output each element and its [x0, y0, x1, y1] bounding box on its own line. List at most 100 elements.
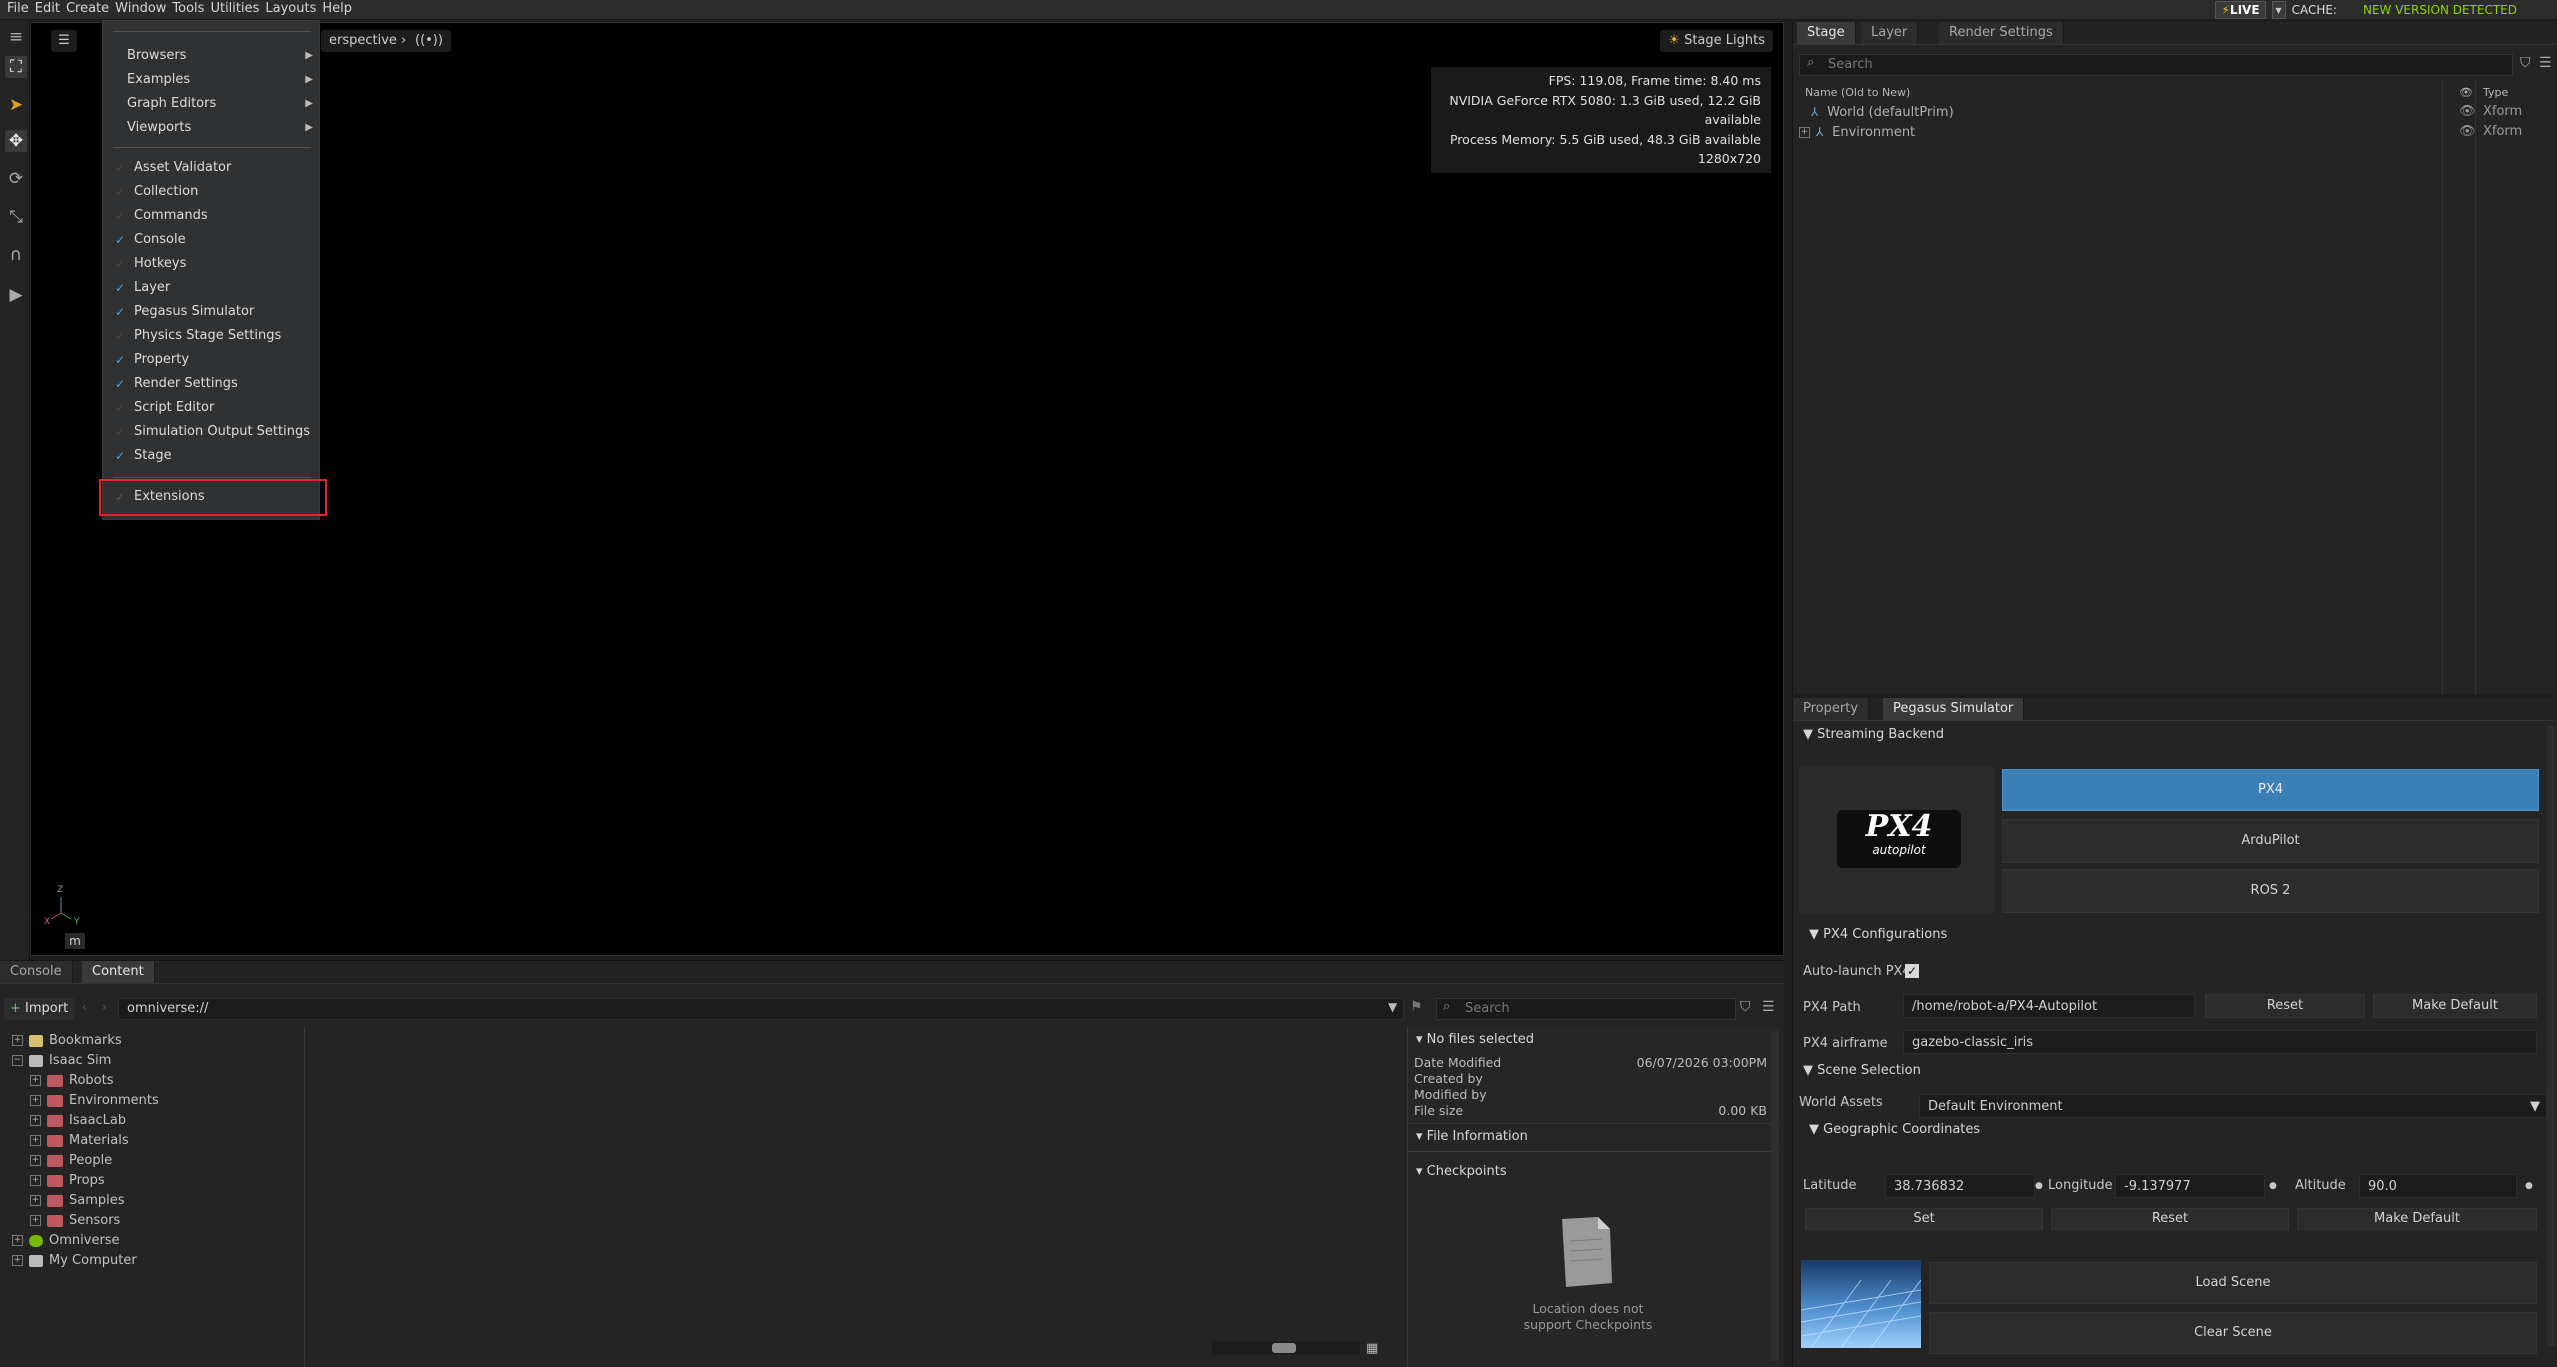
viewport-settings-icon[interactable]: ☰ — [51, 30, 77, 52]
menu-item-physics-stage-settings[interactable]: ✓ Physics Stage Settings — [103, 325, 321, 347]
latitude-reset-dot-icon[interactable]: ● — [2035, 1174, 2043, 1198]
tree-item-environments[interactable]: + Environments — [30, 1091, 159, 1111]
live-button[interactable]: ⚡LIVE — [2215, 1, 2266, 19]
file-information-header[interactable]: ▾ File Information — [1416, 1126, 1528, 1148]
menu-item-examples[interactable]: Examples ▶ — [103, 69, 321, 91]
menu-window[interactable]: Window — [112, 0, 169, 18]
move-tool-icon[interactable]: ✥ — [5, 130, 27, 152]
tab-layer[interactable]: Layer — [1861, 22, 1919, 44]
expand-icon[interactable]: + — [30, 1215, 41, 1226]
tab-console[interactable]: Console — [0, 961, 73, 983]
tab-render-settings[interactable]: Render Settings — [1939, 22, 2064, 44]
menu-tools[interactable]: Tools — [169, 0, 207, 18]
menu-item-viewports[interactable]: Viewports ▶ — [103, 117, 321, 139]
expand-icon[interactable]: + — [30, 1195, 41, 1206]
expand-icon[interactable]: + — [30, 1175, 41, 1186]
menu-item-simulation-output-settings[interactable]: ✓ Simulation Output Settings — [103, 421, 321, 443]
expand-icon[interactable]: + — [12, 1235, 23, 1246]
expand-icon[interactable]: + — [30, 1095, 41, 1106]
menu-create[interactable]: Create — [63, 0, 112, 18]
expand-icon[interactable]: + — [30, 1155, 41, 1166]
file-grid-area[interactable] — [306, 1027, 1406, 1367]
tab-stage[interactable]: Stage — [1797, 22, 1856, 44]
path-input[interactable]: omniverse:// — [118, 998, 1404, 1020]
tree-item-robots[interactable]: + Robots — [30, 1071, 113, 1091]
stage-lights-button[interactable]: ☀ Stage Lights — [1660, 30, 1773, 52]
stage-row-world[interactable]: ⅄ World (defaultPrim) — [1811, 102, 1954, 122]
collapse-icon[interactable]: − — [12, 1055, 23, 1066]
scrollbar[interactable] — [1771, 1031, 1779, 1361]
px4-path-input[interactable]: /home/robot-a/PX4-Autopilot — [1903, 994, 2195, 1018]
bookmark-icon[interactable]: ⚑ — [1410, 999, 1423, 1015]
menu-item-stage[interactable]: ✓ Stage — [103, 445, 321, 467]
tree-item-samples[interactable]: + Samples — [30, 1191, 125, 1211]
menu-item-render-settings[interactable]: ✓ Render Settings — [103, 373, 321, 395]
altitude-input[interactable]: 90.0 — [2359, 1174, 2517, 1198]
geo-make-default-button[interactable]: Make Default — [2297, 1208, 2537, 1230]
scale-tool-icon[interactable]: ⤡ — [5, 206, 27, 228]
load-scene-button[interactable]: Load Scene — [1929, 1262, 2537, 1304]
stage-search-input[interactable]: Search — [1799, 54, 2513, 76]
tree-item-isaaclab[interactable]: + IsaacLab — [30, 1111, 126, 1131]
thumbnail-size-slider[interactable] — [1212, 1341, 1360, 1355]
tree-item-people[interactable]: + People — [30, 1151, 112, 1171]
geo-reset-button[interactable]: Reset — [2051, 1208, 2289, 1230]
latitude-input[interactable]: 38.736832 — [1885, 1174, 2035, 1198]
slider-handle[interactable] — [1272, 1343, 1296, 1353]
menu-item-asset-validator[interactable]: ✓ Asset Validator — [103, 157, 321, 179]
streaming-backend-header[interactable]: ▼ Streaming Backend — [1803, 724, 1944, 746]
options-menu-icon[interactable]: ☰ — [1762, 999, 1775, 1015]
menu-item-graph-editors[interactable]: Graph Editors ▶ — [103, 93, 321, 115]
menu-help[interactable]: Help — [319, 0, 355, 18]
tab-pegasus-simulator[interactable]: Pegasus Simulator — [1883, 698, 2025, 720]
tree-item-materials[interactable]: + Materials — [30, 1131, 129, 1151]
expand-icon[interactable]: + — [12, 1255, 23, 1266]
menu-item-script-editor[interactable]: ✓ Script Editor — [103, 397, 321, 419]
stage-row-environment[interactable]: + ⅄ Environment — [1799, 122, 1915, 142]
geographic-coordinates-header[interactable]: ▼ Geographic Coordinates — [1809, 1119, 1980, 1141]
options-menu-icon[interactable]: ☰ — [2539, 55, 2552, 71]
backend-ros2-button[interactable]: ROS 2 — [2002, 869, 2539, 913]
broadcast-icon[interactable]: ((•)) — [407, 30, 451, 52]
backend-px4-button[interactable]: PX4 — [2002, 769, 2539, 811]
autolaunch-checkbox[interactable]: ✓ — [1905, 964, 1919, 978]
stage-col-name[interactable]: Name (Old to New) — [1805, 86, 1910, 99]
longitude-reset-dot-icon[interactable]: ● — [2269, 1174, 2277, 1198]
scene-selection-header[interactable]: ▼ Scene Selection — [1803, 1060, 1921, 1082]
menu-item-browsers[interactable]: Browsers ▶ — [103, 45, 321, 67]
filter-icon[interactable]: ⛉ — [2520, 55, 2531, 71]
scrollbar[interactable] — [2547, 726, 2555, 1346]
forward-arrow-icon[interactable]: › — [102, 1000, 107, 1014]
px4-path-make-default-button[interactable]: Make Default — [2373, 994, 2537, 1018]
play-icon[interactable]: ▶ — [5, 284, 27, 306]
checkpoints-header[interactable]: ▾ Checkpoints — [1416, 1161, 1507, 1183]
camera-dropdown[interactable]: erspective › — [321, 30, 415, 52]
menu-edit[interactable]: Edit — [32, 0, 63, 18]
content-search-input[interactable]: Search — [1436, 998, 1736, 1020]
clear-scene-button[interactable]: Clear Scene — [1929, 1312, 2537, 1354]
snap-tool-icon[interactable]: ∩ — [5, 244, 27, 266]
path-dropdown-icon[interactable]: ▼ — [1388, 1000, 1397, 1014]
visibility-icon[interactable]: 👁 — [2459, 102, 2476, 122]
tree-item-props[interactable]: + Props — [30, 1171, 105, 1191]
longitude-input[interactable]: -9.137977 — [2115, 1174, 2265, 1198]
live-dropdown-button[interactable]: ▾ — [2271, 1, 2286, 19]
tree-item-isaac-sim[interactable]: − Isaac Sim — [12, 1051, 111, 1071]
expand-icon[interactable]: + — [30, 1135, 41, 1146]
back-arrow-icon[interactable]: ‹ — [82, 1000, 87, 1014]
visibility-icon[interactable]: 👁 — [2459, 122, 2476, 142]
select-mode-icon[interactable]: ⛶ — [5, 56, 27, 78]
expand-icon[interactable]: + — [1799, 127, 1810, 138]
expand-icon[interactable]: + — [12, 1035, 23, 1046]
new-version-notice[interactable]: NEW VERSION DETECTED — [2343, 3, 2557, 17]
px4-path-reset-button[interactable]: Reset — [2205, 994, 2365, 1018]
list-view-icon[interactable]: ▦ — [1366, 1341, 1378, 1356]
rotate-tool-icon[interactable]: ⟳ — [5, 168, 27, 190]
menu-item-property[interactable]: ✓ Property — [103, 349, 321, 371]
menu-item-hotkeys[interactable]: ✓ Hotkeys — [103, 253, 321, 275]
px4-airframe-input[interactable]: gazebo-classic_iris — [1903, 1030, 2537, 1054]
tab-content[interactable]: Content — [82, 961, 155, 983]
import-button[interactable]: + Import — [4, 998, 75, 1020]
tree-item-my-computer[interactable]: + My Computer — [12, 1251, 137, 1271]
menu-layouts[interactable]: Layouts — [262, 0, 319, 18]
